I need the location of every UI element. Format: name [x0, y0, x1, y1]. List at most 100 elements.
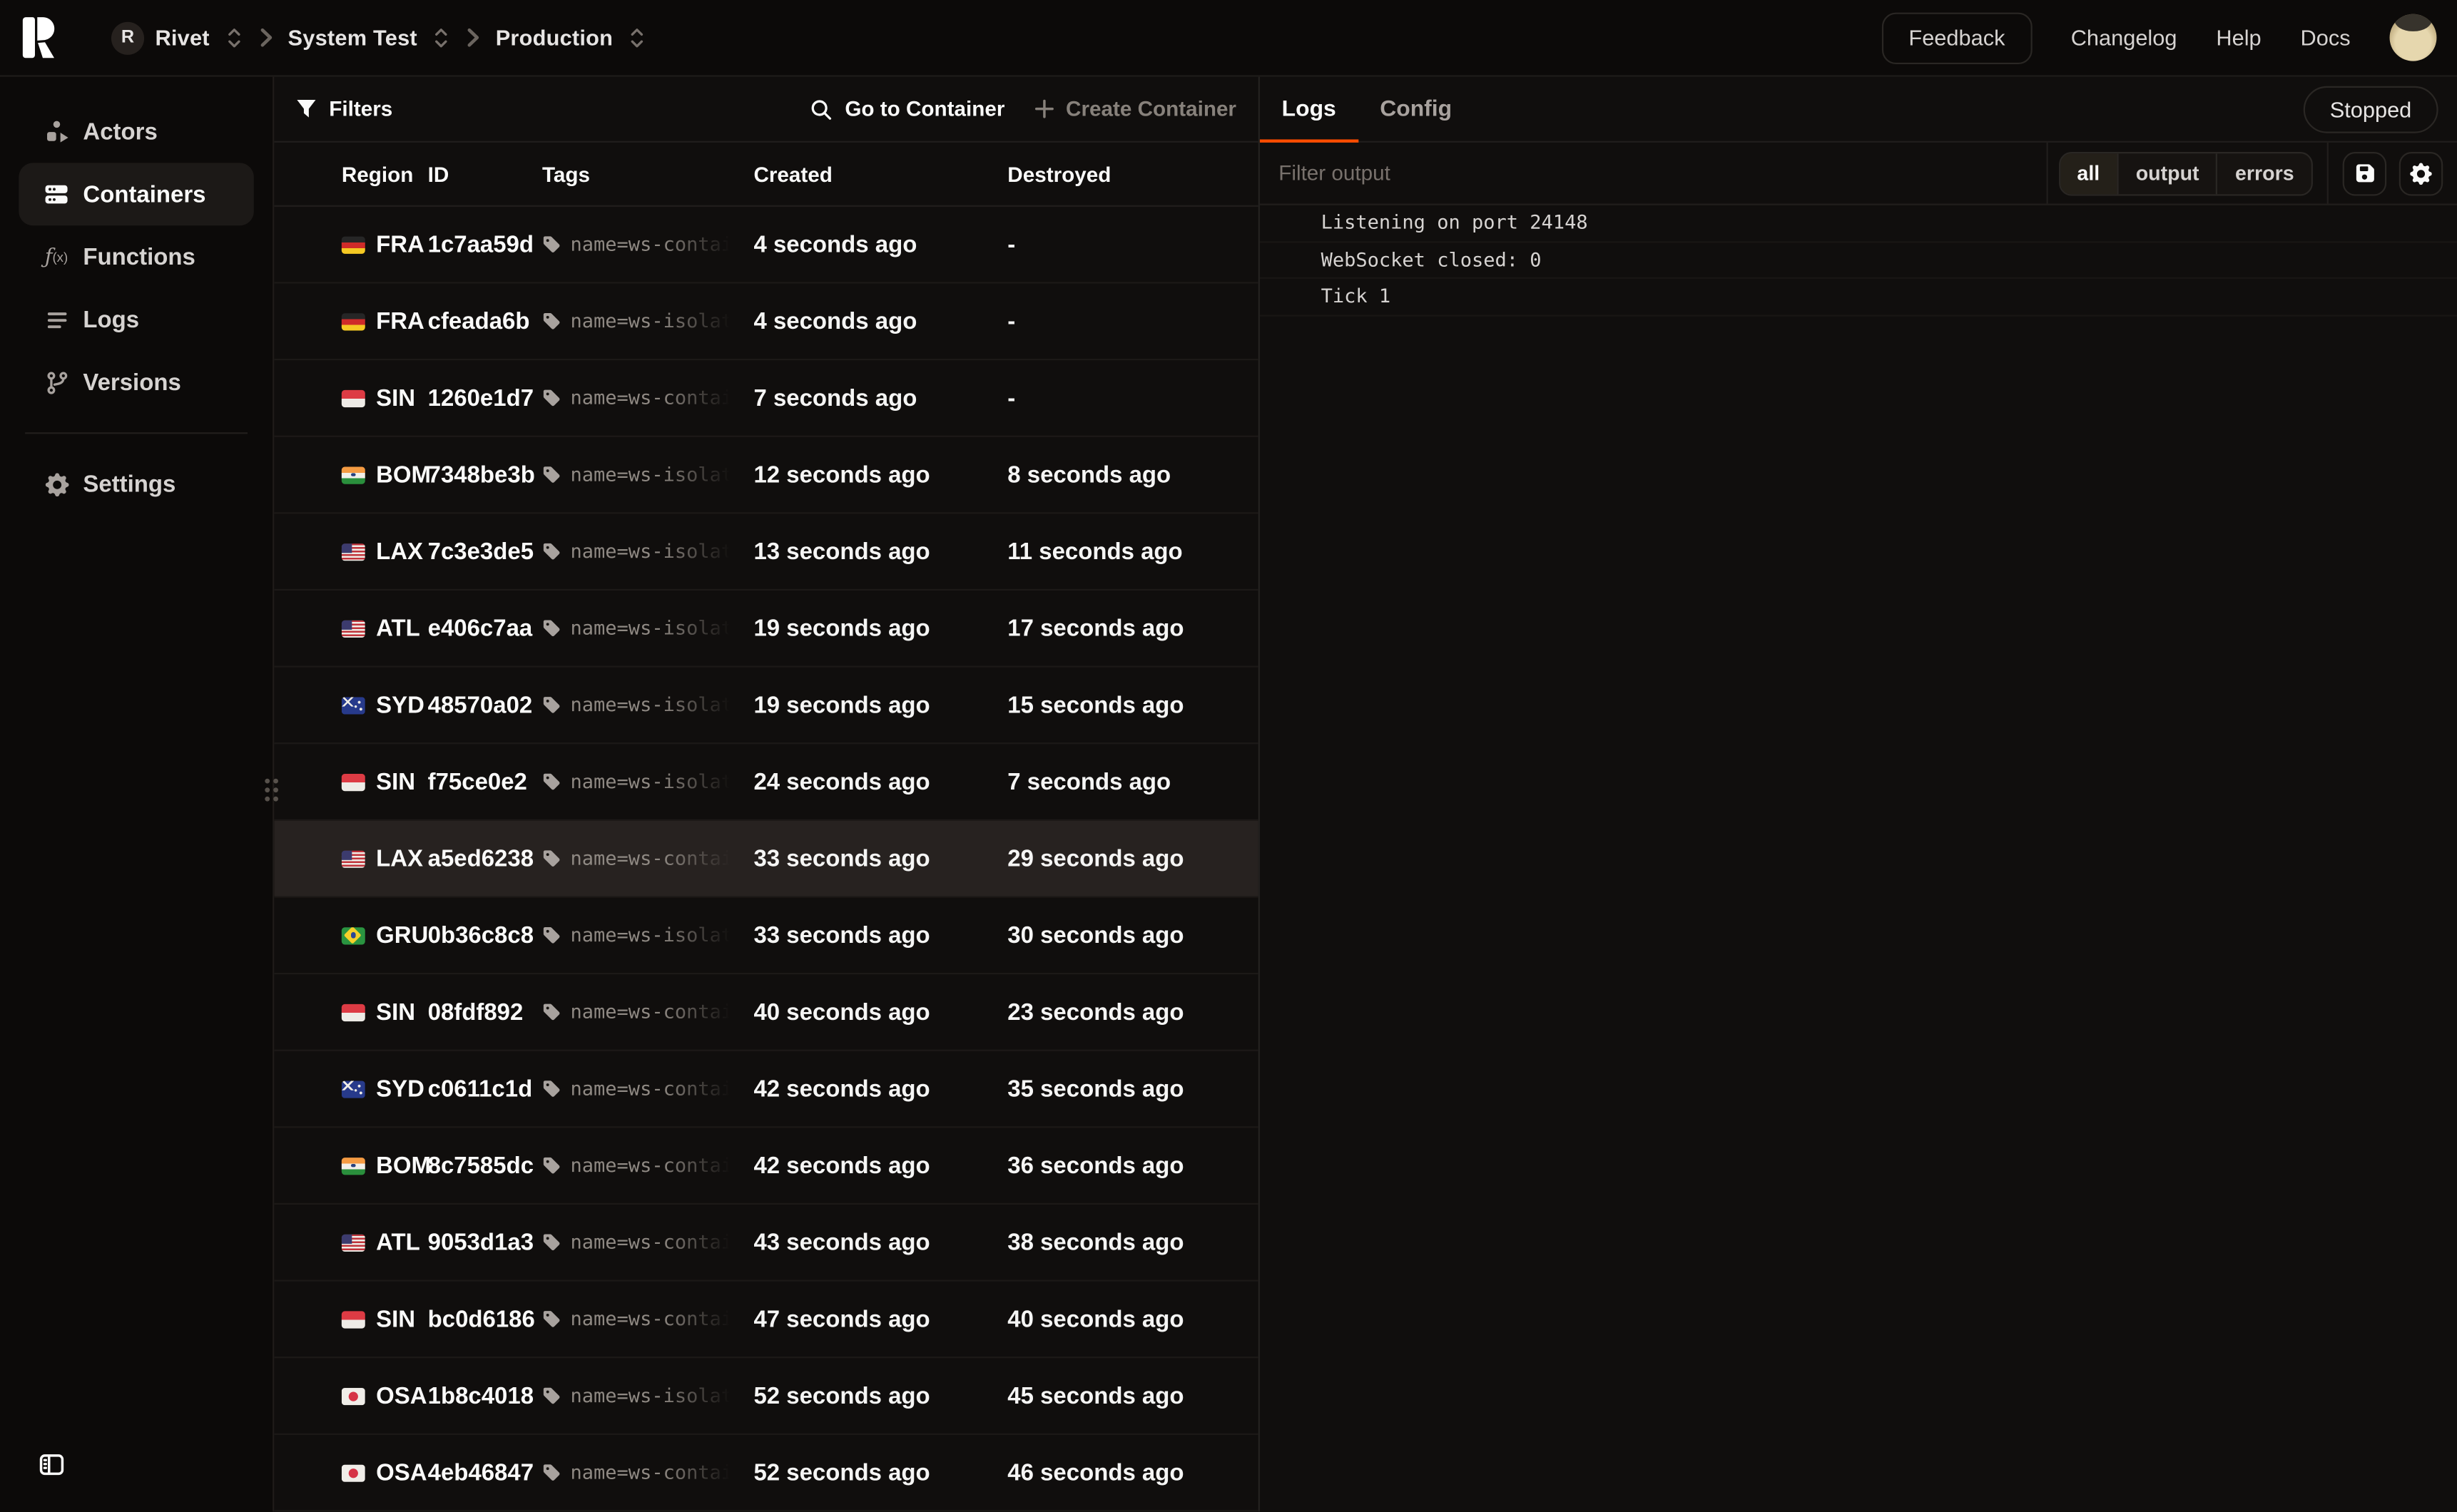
tags-cell: name=ws-isolate	[542, 694, 754, 716]
breadcrumb-item[interactable]: R Rivet	[111, 21, 243, 54]
created-text: 19 seconds ago	[753, 692, 930, 718]
destroyed-cell: 23 seconds ago	[1007, 998, 1258, 1025]
destroyed-text: -	[1007, 308, 1015, 334]
region-cell: SIN	[342, 384, 428, 411]
tab-logs[interactable]: Logs	[1260, 77, 1358, 141]
log-level-segmented-control: alloutputerrors	[2058, 151, 2313, 195]
filters-bar: Filters Go to Container	[274, 77, 1258, 143]
destroyed-cell: -	[1007, 231, 1258, 257]
plus-icon	[1034, 98, 1055, 119]
breadcrumb-item[interactable]: Production	[496, 25, 646, 50]
log-filter-output[interactable]: output	[2117, 153, 2216, 193]
sidebar-item-functions[interactable]: ƒ(x)Functions	[19, 225, 253, 288]
table-row[interactable]: FRA1c7aa59dname=ws-container4 seconds ag…	[274, 207, 1258, 284]
table-row[interactable]: SINbc0d6186name=ws-container47 seconds a…	[274, 1282, 1258, 1359]
versions-icon	[44, 370, 68, 394]
created-text: 42 seconds ago	[753, 1076, 930, 1102]
sidebar-item-logs[interactable]: Logs	[19, 288, 253, 351]
table-row[interactable]: ATLe406c7aaname=ws-isolate19 seconds ago…	[274, 591, 1258, 668]
table-row[interactable]: OSA4eb46847name=ws-container52 seconds a…	[274, 1435, 1258, 1512]
save-logs-button[interactable]	[2343, 151, 2387, 195]
filters-label: Filters	[329, 97, 392, 121]
table-row[interactable]: LAXa5ed6238name=ws-container33 seconds a…	[274, 821, 1258, 898]
region-flag-us-icon	[342, 620, 365, 637]
log-filter-all[interactable]: all	[2060, 153, 2117, 193]
table-row[interactable]: BOM8c7585dcname=ws-container42 seconds a…	[274, 1128, 1258, 1205]
destroyed-text: 35 seconds ago	[1007, 1076, 1184, 1102]
tags-cell: name=ws-container	[542, 387, 754, 409]
destroyed-text: -	[1007, 384, 1015, 411]
table-row[interactable]: FRAcfeada6bname=ws-isolate4 seconds ago-	[274, 284, 1258, 361]
sidebar-collapse-icon[interactable]	[39, 1452, 64, 1477]
container-id: 0b36c8c8	[428, 922, 542, 949]
tab-config[interactable]: Config	[1358, 77, 1474, 141]
region-cell: SYD	[342, 1076, 428, 1102]
user-avatar[interactable]	[2390, 14, 2437, 61]
status-badge[interactable]: Stopped	[2303, 86, 2438, 133]
container-id-text: 08fdf892	[428, 998, 524, 1025]
table-row[interactable]: GRU0b36c8c8name=ws-isolate33 seconds ago…	[274, 898, 1258, 975]
table-row[interactable]: ATL9053d1a3name=ws-container43 seconds a…	[274, 1205, 1258, 1282]
destroyed-cell: 45 seconds ago	[1007, 1382, 1258, 1409]
table-row[interactable]: SIN08fdf892name=ws-container40 seconds a…	[274, 974, 1258, 1051]
search-icon	[810, 98, 833, 120]
container-id: 1260e1d7	[428, 384, 542, 411]
destroyed-cell: 35 seconds ago	[1007, 1076, 1258, 1102]
filters-button[interactable]: Filters	[296, 97, 392, 121]
container-id: f75ce0e2	[428, 768, 542, 795]
log-settings-button[interactable]	[2399, 151, 2443, 195]
table-row[interactable]: LAX7c3e3de5name=ws-isolate13 seconds ago…	[274, 514, 1258, 591]
container-id: 1b8c4018	[428, 1382, 542, 1409]
top-link-docs[interactable]: Docs	[2301, 25, 2351, 50]
panel-resize-handle[interactable]	[263, 777, 280, 803]
gear-icon	[44, 472, 68, 496]
created-cell: 42 seconds ago	[753, 1152, 1007, 1178]
container-id-text: c0611c1d	[428, 1076, 533, 1102]
region-flag-de-icon	[342, 312, 365, 330]
breadcrumb-label: System Test	[288, 25, 417, 50]
rivet-logo-icon[interactable]	[21, 16, 55, 59]
log-filter-errors[interactable]: errors	[2217, 153, 2311, 193]
table-row[interactable]: OSA1b8c4018name=ws-isolate52 seconds ago…	[274, 1358, 1258, 1435]
table-row[interactable]: SYD48570a02name=ws-isolate19 seconds ago…	[274, 668, 1258, 745]
go-to-container-button[interactable]: Go to Container	[810, 97, 1004, 121]
breadcrumb-item[interactable]: System Test	[288, 25, 450, 50]
tags-cell: name=ws-isolate	[542, 310, 754, 332]
destroyed-cell: 46 seconds ago	[1007, 1459, 1258, 1486]
top-link-help[interactable]: Help	[2216, 25, 2261, 50]
top-link-changelog[interactable]: Changelog	[2071, 25, 2177, 50]
caret-sort-icon[interactable]	[433, 26, 450, 48]
table-row[interactable]: BOM7348be3bname=ws-isolate12 seconds ago…	[274, 437, 1258, 514]
region-cell: BOM	[342, 1152, 428, 1178]
caret-sort-icon[interactable]	[225, 26, 243, 48]
created-cell: 4 seconds ago	[753, 308, 1007, 334]
region-code: BOM	[376, 461, 431, 488]
tag-text: name=ws-isolate	[570, 310, 736, 332]
table-row[interactable]: SIN1260e1d7name=ws-container7 seconds ag…	[274, 360, 1258, 437]
table-row[interactable]: SINf75ce0e2name=ws-isolate24 seconds ago…	[274, 744, 1258, 821]
tags-cell: name=ws-container	[542, 1155, 754, 1177]
table-row[interactable]: SYDc0611c1dname=ws-container42 seconds a…	[274, 1051, 1258, 1128]
created-text: 4 seconds ago	[753, 231, 917, 257]
container-id: c0611c1d	[428, 1076, 542, 1102]
created-text: 47 seconds ago	[753, 1306, 930, 1332]
sidebar-item-versions[interactable]: Versions	[19, 351, 253, 414]
region-flag-us-icon	[342, 543, 365, 560]
log-filter-input[interactable]	[1260, 143, 2046, 204]
region-flag-de-icon	[342, 236, 365, 253]
sidebar-item-containers[interactable]: Containers	[19, 163, 253, 225]
create-container-button[interactable]: Create Container	[1034, 97, 1236, 121]
breadcrumb-project-badge: R	[111, 21, 144, 54]
sidebar-item-actors[interactable]: Actors	[19, 101, 253, 163]
tags-cell: name=ws-isolate	[542, 541, 754, 563]
breadcrumb-separator-chevron-right-icon	[257, 26, 274, 48]
feedback-button[interactable]: Feedback	[1882, 11, 2032, 63]
breadcrumb-label: Rivet	[155, 25, 209, 50]
logs-panel: LogsConfig Stopped alloutputerrors	[1260, 77, 2457, 1512]
region-flag-jp-icon	[342, 1464, 365, 1481]
log-line: Listening on port 24148	[1260, 205, 2457, 242]
region-flag-us-icon	[342, 850, 365, 867]
tag-text: name=ws-container	[570, 847, 736, 869]
sidebar-item-settings[interactable]: Settings	[19, 453, 253, 516]
caret-sort-icon[interactable]	[629, 26, 646, 48]
